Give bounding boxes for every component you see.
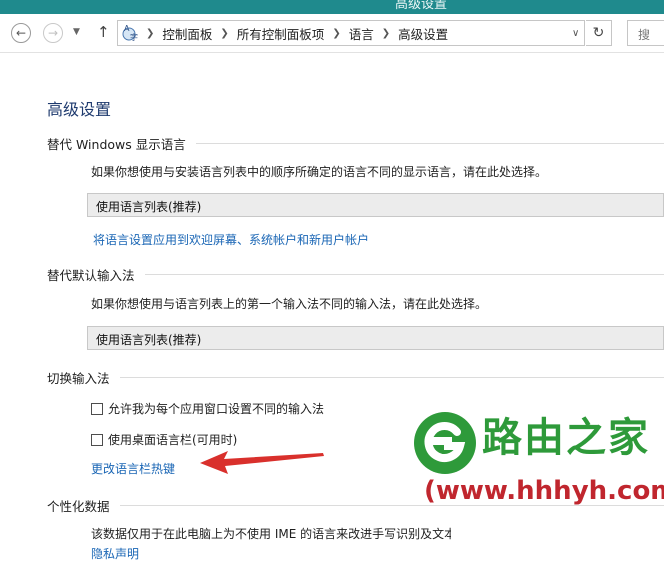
divider xyxy=(119,377,664,378)
section-switching: 切换输入法 xyxy=(47,368,664,387)
brand-logo-icon xyxy=(414,412,476,474)
section-heading: 替代 Windows 显示语言 xyxy=(47,137,186,152)
section-heading: 切换输入法 xyxy=(47,371,110,386)
window-title: 高级设置 xyxy=(395,0,448,12)
address-bar[interactable]: A 字 ❯ 控制面板 ❯ 所有控制面板项 ❯ 语言 ❯ 高级设置 xyxy=(117,20,585,46)
select-value: 使用语言列表(推荐) xyxy=(96,200,202,214)
language-icon: A 字 xyxy=(120,22,142,44)
per-app-input-option[interactable]: 允许我为每个应用窗口设置不同的输入法 xyxy=(91,400,324,417)
input-method-select[interactable]: 使用语言列表(推荐) xyxy=(87,326,664,350)
search-input[interactable]: 搜 xyxy=(627,20,664,46)
watermark-url: (www.hhhyh.com) xyxy=(424,478,664,504)
section-input-method: 替代默认输入法 xyxy=(47,265,664,284)
chevron-right-icon: ❯ xyxy=(332,27,341,39)
breadcrumb-language[interactable]: 语言 xyxy=(345,24,378,43)
recent-locations-icon[interactable]: ▼ xyxy=(73,27,80,37)
arrow-right-icon: → xyxy=(47,26,59,40)
checkbox-label: 允许我为每个应用窗口设置不同的输入法 xyxy=(108,402,325,416)
checkbox[interactable] xyxy=(91,433,103,446)
select-value: 使用语言列表(推荐) xyxy=(96,333,202,347)
back-button[interactable]: ← xyxy=(11,23,31,43)
refresh-button[interactable]: ↻ xyxy=(586,20,612,46)
svg-text:A: A xyxy=(124,24,130,33)
refresh-icon: ↻ xyxy=(592,25,605,41)
breadcrumb-advanced[interactable]: 高级设置 xyxy=(394,24,452,43)
arrow-left-icon: ← xyxy=(15,26,27,40)
display-language-select[interactable]: 使用语言列表(推荐) xyxy=(87,193,664,217)
section-heading: 替代默认输入法 xyxy=(47,268,135,283)
title-bar: 高级设置 xyxy=(0,0,664,14)
page-title: 高级设置 xyxy=(47,100,112,119)
svg-text:字: 字 xyxy=(130,32,138,42)
desktop-language-bar-option[interactable]: 使用桌面语言栏(可用时) xyxy=(91,431,237,448)
watermark-url-text: www.hhhyh.com xyxy=(435,476,664,506)
checkbox-label: 使用桌面语言栏(可用时) xyxy=(108,433,238,447)
chevron-right-icon: ❯ xyxy=(381,27,391,39)
breadcrumb: ❯ 控制面板 ❯ 所有控制面板项 ❯ 语言 ❯ 高级设置 xyxy=(142,24,452,43)
breadcrumb-control-panel[interactable]: 控制面板 xyxy=(158,24,216,43)
apply-language-settings-link[interactable]: 将语言设置应用到欢迎屏幕、系统帐户和新用户帐户 xyxy=(93,231,369,248)
section-display-language: 替代 Windows 显示语言 xyxy=(47,134,664,153)
chevron-right-icon: ❯ xyxy=(146,27,155,39)
chevron-down-icon[interactable]: ∨ xyxy=(572,28,579,39)
chevron-right-icon: ❯ xyxy=(220,27,229,39)
divider xyxy=(195,143,664,144)
search-placeholder: 搜 xyxy=(638,28,651,42)
privacy-statement-link[interactable]: 隐私声明 xyxy=(91,545,139,562)
section-description: 如果你想使用与语言列表上的第一个输入法不同的输入法，请在此处选择。 xyxy=(91,297,488,311)
section-description: 该数据仅用于在此电脑上为不使用 IME 的语言来改进手写识别及文本预测 xyxy=(91,527,451,541)
watermark-brand: 路由之家 xyxy=(482,415,650,461)
red-arrow-icon xyxy=(200,451,324,474)
section-heading: 个性化数据 xyxy=(47,499,110,514)
change-hotkey-link[interactable]: 更改语言栏热键 xyxy=(91,460,175,477)
section-description: 如果你想使用与安装语言列表中的顺序所确定的语言不同的显示语言，请在此处选择。 xyxy=(91,165,548,179)
up-button[interactable]: ↑ xyxy=(97,23,110,41)
breadcrumb-all-items[interactable]: 所有控制面板项 xyxy=(233,24,329,43)
navigation-bar: ← → ▼ ↑ A 字 ❯ 控制面板 ❯ 所有控制面板项 ❯ 语言 ❯ 高级设置… xyxy=(0,14,664,53)
checkbox[interactable] xyxy=(91,402,103,415)
divider xyxy=(144,274,664,275)
forward-button[interactable]: → xyxy=(43,23,63,43)
